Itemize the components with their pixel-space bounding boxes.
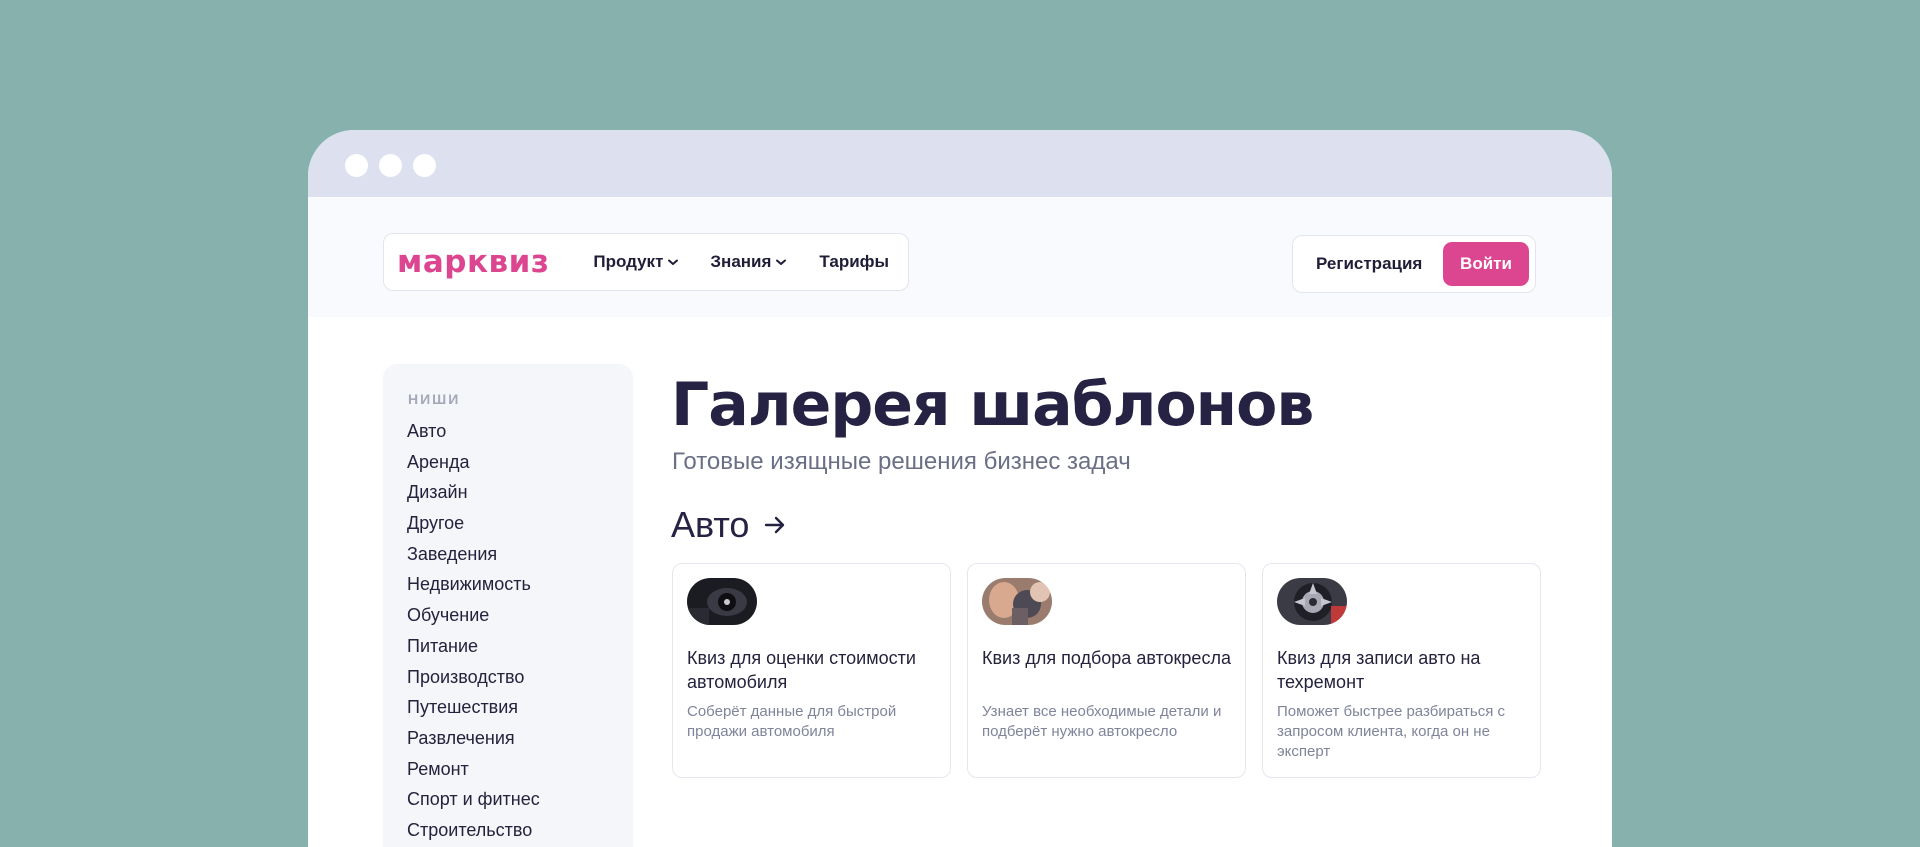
sidebar-item[interactable]: Авто [407,416,540,447]
nav-item-tariffs[interactable]: Тарифы [819,252,889,272]
chevron-down-icon [776,259,787,265]
sidebar-item[interactable]: Путешествия [407,692,540,723]
sidebar-item[interactable]: Заведения [407,539,540,570]
niche-list: Авто Аренда Дизайн Другое Заведения Недв… [407,416,540,846]
template-card[interactable]: Квиз для оценки стоимости автомобиля Соб… [672,563,951,778]
nav-item-product[interactable]: Продукт [593,252,679,272]
card-description: Узнает все необходимые детали и подберёт… [982,703,1222,740]
chevron-down-icon [668,259,679,265]
browser-window: марквиз Продукт Знания Тарифы Регистраци… [308,130,1612,847]
card-title: Квиз для оценки стоимости автомобиля [687,648,916,692]
card-description: Соберёт данные для быстрой продажи автом… [687,703,897,740]
template-card[interactable]: Квиз для подбора автокресла Узнает все н… [967,563,1246,778]
site-header: марквиз Продукт Знания Тарифы Регистраци… [308,197,1612,317]
sidebar-item[interactable]: Производство [407,662,540,693]
logo[interactable]: марквиз [397,244,549,280]
main-nav: марквиз Продукт Знания Тарифы [383,233,909,291]
section-link-auto[interactable]: Авто [671,504,787,546]
nav-item-label: Продукт [593,252,664,271]
window-dot-icon[interactable] [379,154,402,177]
page-title: Галерея шаблонов [671,370,1314,440]
sidebar-heading: НИШИ [408,391,461,407]
sidebar-item[interactable]: Аренда [407,447,540,478]
sidebar-item[interactable]: Дизайн [407,477,540,508]
nav-item-label: Знания [710,252,772,271]
sidebar-item[interactable]: Недвижимость [407,569,540,600]
sidebar-item[interactable]: Ремонт [407,754,540,785]
sidebar-item[interactable]: Строительство [407,815,540,846]
sidebar-item[interactable]: Развлечения [407,723,540,754]
card-title: Квиз для записи авто на техремонт [1277,648,1481,692]
car-wheel-photo [1277,578,1347,625]
auth-box: Регистрация Войти [1292,235,1536,293]
browser-titlebar [308,130,1612,197]
sidebar-item[interactable]: Спорт и фитнес [407,784,540,815]
sidebar-item[interactable]: Обучение [407,600,540,631]
nav-item-label: Тарифы [819,252,890,271]
section-title: Авто [671,504,750,545]
register-button[interactable]: Регистрация [1316,254,1422,274]
car-seat-photo [982,578,1052,625]
card-title: Квиз для подбора автокресла [982,648,1231,668]
car-interior-photo [687,578,757,625]
sidebar-item[interactable]: Другое [407,508,540,539]
niches-sidebar: НИШИ Авто Аренда Дизайн Другое Заведения… [383,364,633,847]
nav-item-knowledge[interactable]: Знания [710,252,787,272]
arrow-right-icon [765,516,785,534]
window-dot-icon[interactable] [345,154,368,177]
sidebar-item[interactable]: Питание [407,631,540,662]
login-button[interactable]: Войти [1443,242,1529,286]
card-description: Поможет быстрее разбираться с запросом к… [1277,703,1505,760]
page-subtitle: Готовые изящные решения бизнес задач [672,448,1131,475]
template-card[interactable]: Квиз для записи авто на техремонт Поможе… [1262,563,1541,778]
window-dot-icon[interactable] [413,154,436,177]
